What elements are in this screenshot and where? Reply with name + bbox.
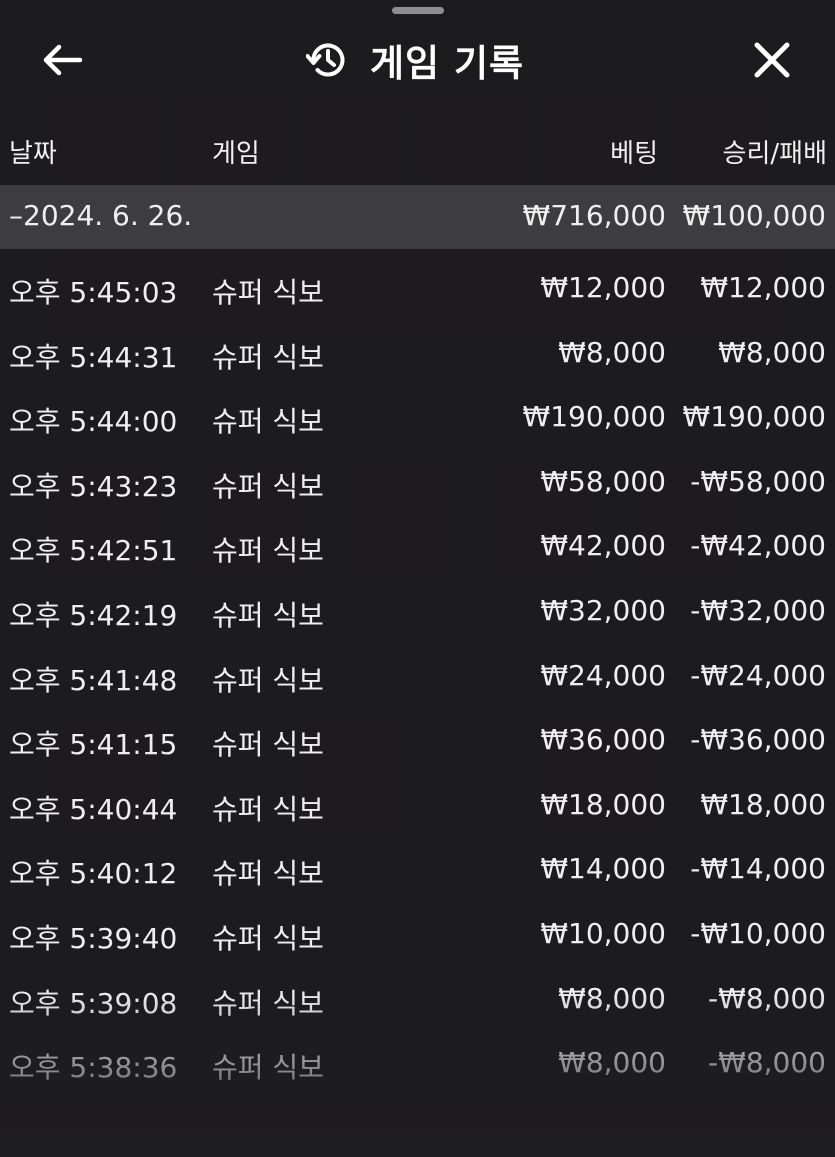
close-icon	[754, 42, 790, 78]
row-time: 오후 5:41:48	[9, 663, 178, 697]
row-time: 오후 5:42:19	[9, 599, 178, 632]
date-group-bet: ₩716,000	[522, 199, 666, 232]
row-bet: ₩24,000	[540, 658, 666, 692]
history-row[interactable]: 오후 5:45:03 슈퍼 식보 ₩12,000 ₩12,000	[0, 255, 835, 319]
row-result: -₩14,000	[690, 852, 826, 886]
row-result: -₩8,000	[708, 981, 826, 1015]
row-time: 오후 5:41:15	[9, 728, 178, 762]
history-row[interactable]: 오후 5:40:12 슈퍼 식보 ₩14,000 -₩14,000	[0, 836, 835, 900]
row-result: -₩24,000	[690, 658, 826, 692]
close-button[interactable]	[748, 36, 796, 84]
history-row[interactable]: 오후 5:40:44 슈퍼 식보 ₩18,000 ₩18,000	[0, 772, 835, 836]
row-game: 슈퍼 식보	[212, 728, 324, 762]
row-time: 오후 5:40:12	[9, 857, 178, 891]
date-group-result: ₩100,000	[682, 199, 826, 232]
row-game: 슈퍼 식보	[212, 986, 324, 1020]
drag-handle[interactable]	[392, 7, 444, 14]
title-text: 게임 기록	[370, 42, 525, 85]
history-row[interactable]: 오후 5:41:48 슈퍼 식보 ₩24,000 -₩24,000	[0, 643, 835, 707]
row-game: 슈퍼 식보	[212, 405, 324, 439]
row-result: -₩10,000	[690, 917, 826, 950]
history-row[interactable]: 오후 5:43:23 슈퍼 식보 ₩58,000 -₩58,000	[0, 449, 835, 513]
row-time: 오후 5:38:36	[9, 1051, 178, 1085]
column-header-date: 날짜	[9, 139, 57, 169]
column-header-bet: 베팅	[610, 139, 658, 169]
column-header-game: 게임	[212, 139, 260, 169]
row-bet: ₩14,000	[540, 852, 666, 886]
history-row[interactable]: 오후 5:42:19 슈퍼 식보 ₩32,000 -₩32,000	[0, 578, 835, 642]
row-result: -₩8,000	[708, 1046, 826, 1080]
row-bet: ₩18,000	[540, 787, 666, 821]
history-row[interactable]: 오후 5:39:40 슈퍼 식보 ₩10,000 -₩10,000	[0, 901, 835, 965]
row-time: 오후 5:42:51	[9, 534, 178, 568]
row-bet: ₩36,000	[540, 723, 666, 757]
row-bet: ₩190,000	[522, 400, 666, 434]
row-result: ₩12,000	[700, 271, 826, 304]
row-game: 슈퍼 식보	[212, 1051, 324, 1085]
row-game: 슈퍼 식보	[212, 663, 324, 697]
row-result: ₩190,000	[682, 400, 826, 434]
history-row[interactable]: 오후 5:38:36 슈퍼 식보 ₩8,000 -₩8,000	[0, 1030, 835, 1094]
row-time: 오후 5:40:44	[9, 792, 178, 826]
row-game: 슈퍼 식보	[212, 534, 324, 568]
back-button[interactable]	[40, 38, 86, 82]
row-result: -₩58,000	[690, 464, 826, 498]
row-result: -₩42,000	[690, 529, 826, 563]
history-row[interactable]: 오후 5:44:31 슈퍼 식보 ₩8,000 ₩8,000	[0, 320, 835, 384]
row-game: 슈퍼 식보	[212, 469, 324, 503]
date-group-label: –2024. 6. 26.	[9, 199, 193, 232]
row-time: 오후 5:43:23	[9, 469, 178, 503]
row-result: ₩18,000	[700, 787, 826, 821]
row-time: 오후 5:44:00	[9, 405, 178, 439]
column-header-result: 승리/패배	[722, 139, 827, 169]
row-result: -₩36,000	[690, 723, 826, 757]
row-time: 오후 5:39:08	[9, 986, 178, 1020]
row-bet: ₩8,000	[558, 981, 666, 1015]
row-bet: ₩8,000	[558, 335, 666, 369]
header: 게임 기록	[0, 28, 835, 92]
row-bet: ₩8,000	[558, 1046, 666, 1080]
history-row[interactable]: 오후 5:41:15 슈퍼 식보 ₩36,000 -₩36,000	[0, 707, 835, 771]
history-row[interactable]: 오후 5:42:51 슈퍼 식보 ₩42,000 -₩42,000	[0, 513, 835, 577]
row-game: 슈퍼 식보	[212, 922, 324, 955]
row-bet: ₩12,000	[540, 271, 666, 304]
row-bet: ₩42,000	[540, 529, 666, 563]
row-game: 슈퍼 식보	[212, 857, 324, 891]
arrow-left-icon	[43, 44, 83, 76]
row-time: 오후 5:39:40	[9, 922, 178, 955]
row-bet: ₩10,000	[540, 917, 666, 950]
row-game: 슈퍼 식보	[212, 599, 324, 632]
row-bet: ₩32,000	[540, 594, 666, 627]
page-title: 게임 기록	[306, 34, 524, 86]
history-icon	[306, 43, 345, 77]
history-row[interactable]: 오후 5:39:08 슈퍼 식보 ₩8,000 -₩8,000	[0, 966, 835, 1030]
history-row[interactable]: 오후 5:44:00 슈퍼 식보 ₩190,000 ₩190,000	[0, 384, 835, 448]
row-result: ₩8,000	[718, 335, 826, 369]
row-time: 오후 5:44:31	[9, 340, 178, 374]
row-time: 오후 5:45:03	[9, 276, 178, 309]
row-game: 슈퍼 식보	[212, 340, 324, 374]
row-bet: ₩58,000	[540, 464, 666, 498]
row-game: 슈퍼 식보	[212, 276, 324, 309]
date-group-row[interactable]: –2024. 6. 26. ₩716,000 ₩100,000	[0, 185, 835, 249]
row-result: -₩32,000	[690, 594, 826, 627]
row-game: 슈퍼 식보	[212, 792, 324, 826]
